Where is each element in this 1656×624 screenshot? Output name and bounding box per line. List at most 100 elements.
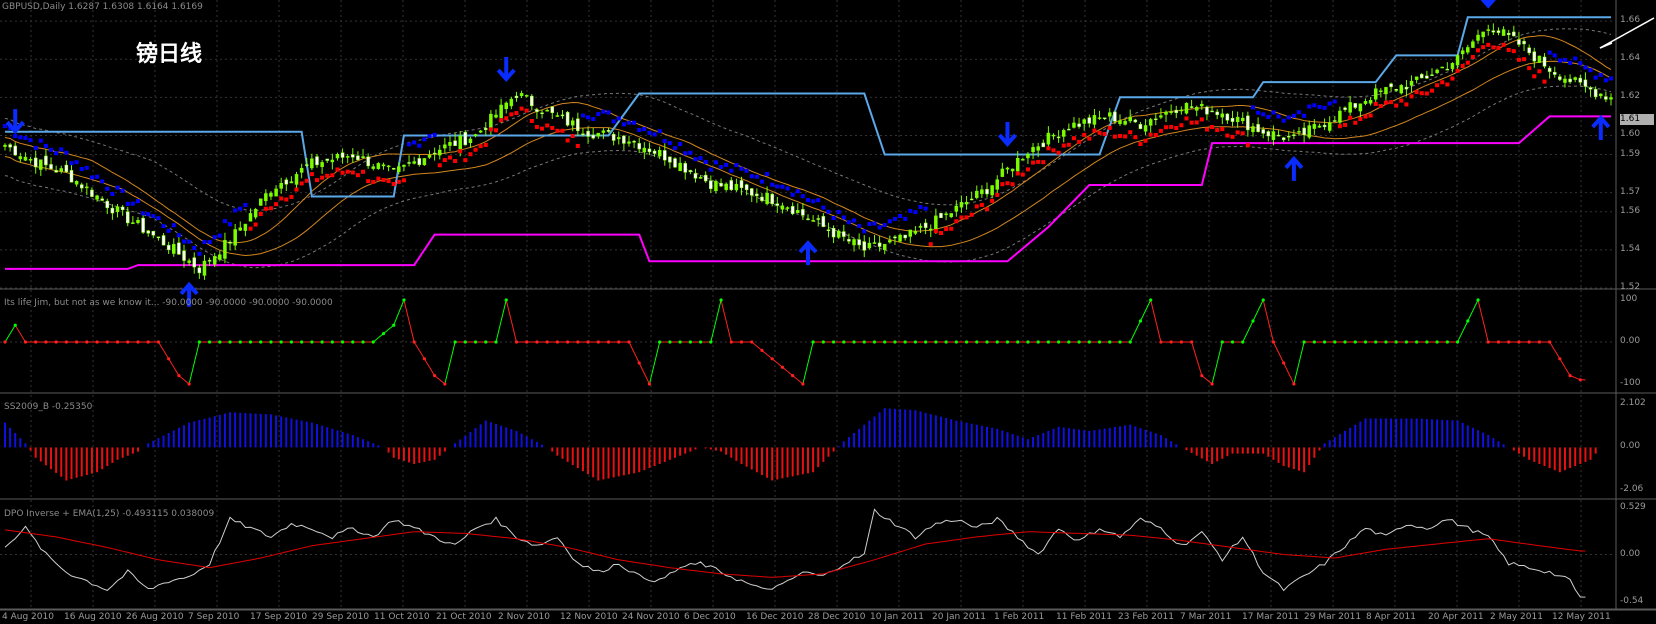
osc1-segment bbox=[188, 362, 195, 385]
osc1-segment bbox=[802, 362, 809, 385]
candle-body bbox=[678, 162, 682, 172]
candle-body bbox=[780, 205, 785, 210]
candle-body bbox=[857, 239, 861, 246]
osc1-dot bbox=[44, 340, 48, 344]
trailing-stop-dot bbox=[401, 178, 406, 183]
candle-body bbox=[944, 213, 948, 216]
trailing-stop-dot bbox=[1327, 101, 1332, 106]
date-tick-label: 28 Dec 2010 bbox=[808, 612, 866, 622]
trailing-stop-dot bbox=[1378, 103, 1383, 108]
trailing-stop-dot bbox=[396, 179, 401, 184]
candle-body bbox=[1517, 39, 1521, 45]
trailing-stop-dot bbox=[529, 119, 534, 124]
osc1-tick-label: 0.00 bbox=[1620, 336, 1641, 346]
candle-body bbox=[1430, 74, 1434, 76]
osc1-dot bbox=[54, 340, 58, 344]
candle-body bbox=[714, 181, 718, 192]
osc1-segment bbox=[1472, 299, 1479, 311]
candle-body bbox=[443, 144, 447, 149]
trailing-stop-dot bbox=[749, 174, 754, 179]
trailing-stop-dot bbox=[345, 169, 350, 174]
trailing-stop-dot bbox=[990, 198, 995, 203]
trailing-stop-dot bbox=[233, 208, 238, 213]
osc1-dot bbox=[811, 340, 815, 344]
candle-body bbox=[1159, 115, 1163, 118]
candle-body bbox=[79, 184, 84, 189]
candle-body bbox=[913, 230, 918, 234]
osc1-dot bbox=[187, 382, 191, 386]
osc1-dot bbox=[1138, 319, 1143, 323]
trailing-stop-dot bbox=[478, 144, 483, 149]
trailing-stop-dot bbox=[151, 214, 156, 219]
candle-body bbox=[1082, 119, 1086, 124]
osc1-dot bbox=[1333, 340, 1337, 344]
candle-body bbox=[980, 189, 984, 195]
trailing-stop-dot bbox=[488, 127, 493, 132]
osc1-dot bbox=[1241, 340, 1245, 344]
candle-body bbox=[519, 93, 524, 97]
candle-body bbox=[1240, 117, 1245, 122]
candle-body bbox=[59, 168, 64, 172]
osc1-segment bbox=[1288, 373, 1295, 385]
trailing-stop-dot bbox=[780, 184, 785, 189]
osc1-dot bbox=[535, 340, 539, 344]
trailing-stop-dot bbox=[1071, 136, 1076, 141]
trailing-stop-dot bbox=[514, 111, 519, 116]
trailing-stop-dot bbox=[903, 216, 908, 221]
candle-body bbox=[320, 162, 324, 168]
candle-body bbox=[1414, 76, 1419, 80]
trailing-stop-dot bbox=[1087, 136, 1092, 141]
candle-body bbox=[141, 217, 145, 233]
trailing-stop-dot bbox=[898, 214, 903, 219]
osc1-dot bbox=[371, 340, 375, 344]
trailing-stop-dot bbox=[289, 194, 294, 199]
trailing-stop-dot bbox=[852, 218, 857, 223]
candle-body bbox=[842, 231, 846, 237]
osc1-dot bbox=[1517, 340, 1521, 344]
osc1-dot bbox=[1343, 340, 1347, 344]
candle-body bbox=[606, 129, 611, 132]
trailing-stop-dot bbox=[933, 229, 938, 234]
trailing-stop-dot bbox=[1353, 120, 1358, 125]
trailing-stop-dot bbox=[1368, 113, 1373, 118]
osc1-dot bbox=[668, 340, 672, 344]
trailing-stop-dot bbox=[23, 136, 28, 141]
osc1-dot bbox=[893, 340, 897, 344]
trailing-stop-dot bbox=[447, 155, 452, 160]
trailing-stop-dot bbox=[1450, 76, 1455, 81]
osc1-segment bbox=[715, 299, 722, 322]
candle-body bbox=[596, 132, 601, 137]
trailing-stop-dot bbox=[954, 219, 959, 224]
osc1-segment bbox=[1482, 320, 1489, 343]
trailing-stop-dot bbox=[437, 163, 442, 168]
candle-body bbox=[908, 229, 913, 237]
trailing-stop-dot bbox=[120, 188, 125, 193]
candle-body bbox=[1486, 29, 1490, 31]
candle-body bbox=[749, 188, 754, 196]
osc1-dot bbox=[156, 340, 161, 344]
candle-body bbox=[1215, 111, 1219, 116]
osc1-dot bbox=[525, 340, 529, 344]
trailing-stop-dot bbox=[887, 219, 892, 224]
candle-body bbox=[110, 207, 115, 214]
chart-canvas[interactable] bbox=[0, 0, 1656, 624]
date-tick-label: 24 Nov 2010 bbox=[622, 612, 680, 622]
trailing-stop-dot bbox=[1609, 76, 1613, 81]
trailing-stop-dot bbox=[534, 124, 539, 129]
candle-body bbox=[1327, 122, 1332, 131]
trailing-stop-dot bbox=[836, 209, 841, 214]
osc1-segment bbox=[648, 362, 656, 385]
candle-body bbox=[923, 222, 928, 228]
osc1-segment bbox=[505, 299, 512, 322]
osc1-dot bbox=[770, 357, 774, 361]
osc1-dot bbox=[1220, 340, 1224, 344]
candle-body bbox=[1133, 119, 1138, 123]
trailing-stop-dot bbox=[494, 128, 499, 133]
trailing-stop-dot bbox=[616, 116, 621, 121]
candle-body bbox=[524, 95, 529, 97]
osc1-dot bbox=[1486, 340, 1490, 344]
trailing-stop-dot bbox=[1394, 103, 1399, 108]
candle-body bbox=[499, 104, 503, 119]
trailing-stop-dot bbox=[79, 167, 84, 172]
trailing-stop-dot bbox=[524, 108, 529, 113]
